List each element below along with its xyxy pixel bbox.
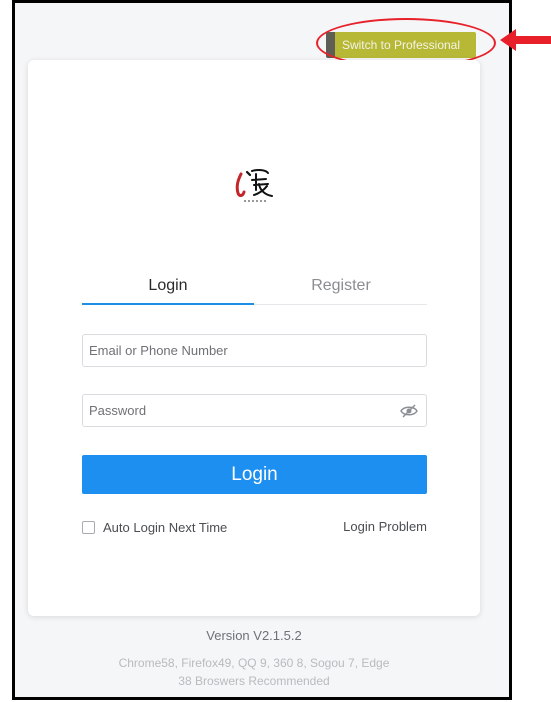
switch-to-professional-button[interactable]: Switch to Professional: [326, 32, 476, 58]
browser-recommendation: Chrome58, Firefox49, QQ 9, 360 8, Sogou …: [28, 654, 480, 690]
email-input[interactable]: [83, 335, 389, 366]
login-problem-link[interactable]: Login Problem: [343, 518, 427, 536]
tab-register[interactable]: Register: [255, 270, 427, 303]
auth-tabs: Login Register: [82, 270, 427, 305]
brand-logo-icon: [235, 168, 273, 202]
eye-hidden-icon[interactable]: [400, 403, 418, 419]
email-field: [82, 334, 427, 367]
red-arrow-icon: [500, 29, 551, 51]
browser-recommended-note: 38 Broswers Recommended: [178, 674, 330, 688]
tab-login[interactable]: Login: [82, 270, 254, 305]
version-text: Version V2.1.5.2: [206, 628, 302, 643]
password-field: [82, 394, 427, 427]
password-input[interactable]: [83, 395, 389, 426]
browser-list: Chrome58, Firefox49, QQ 9, 360 8, Sogou …: [118, 656, 390, 670]
auto-login-option[interactable]: Auto Login Next Time: [82, 518, 227, 536]
login-button[interactable]: Login: [82, 455, 427, 494]
auto-login-checkbox[interactable]: [82, 520, 95, 534]
auto-login-label: Auto Login Next Time: [103, 519, 228, 535]
